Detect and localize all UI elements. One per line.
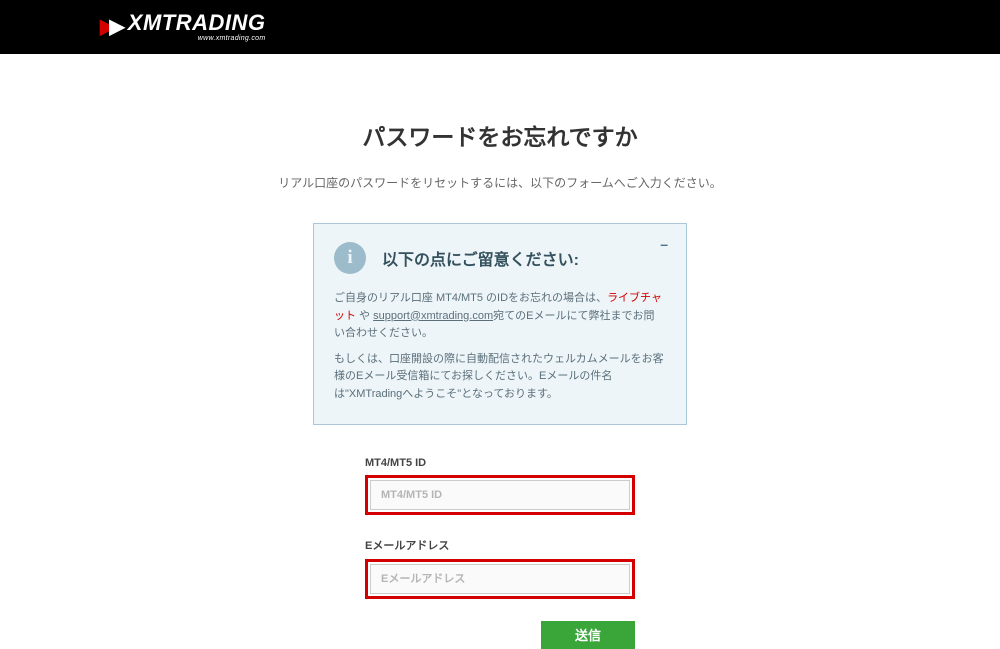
- logo[interactable]: ▶ ▶ XMTRADING www.xmtrading.com: [100, 12, 266, 42]
- logo-subtext: www.xmtrading.com: [128, 35, 266, 42]
- info-icon: i: [334, 242, 366, 274]
- info-text1-prefix: ご自身のリアル口座 MT4/MT5 のIDをお忘れの場合は、: [334, 292, 607, 304]
- email-input[interactable]: [370, 564, 630, 594]
- info-title: 以下の点にご留意ください:: [382, 246, 579, 270]
- email-label: Eメールアドレス: [365, 537, 635, 553]
- id-input-highlight: [365, 475, 635, 515]
- submit-button[interactable]: 送信: [541, 621, 635, 649]
- id-label: MT4/MT5 ID: [365, 457, 635, 469]
- logo-text: XMTRADING: [128, 12, 266, 34]
- id-input[interactable]: [370, 480, 630, 510]
- reset-form: MT4/MT5 ID Eメールアドレス 送信: [365, 457, 635, 649]
- collapse-icon[interactable]: –: [660, 236, 668, 252]
- support-email-link[interactable]: support@xmtrading.com: [373, 310, 493, 322]
- page-title: パスワードをお忘れですか: [362, 118, 637, 152]
- header: ▶ ▶ XMTRADING www.xmtrading.com: [0, 0, 1000, 54]
- info-body: ご自身のリアル口座 MT4/MT5 のIDをお忘れの場合は、ライブチャット や …: [334, 290, 664, 404]
- info-box: – i 以下の点にご留意ください: ご自身のリアル口座 MT4/MT5 のIDを…: [313, 223, 687, 425]
- logo-arrows-icon: ▶ ▶: [100, 17, 125, 37]
- info-text2: もしくは、口座開設の際に自動配信されたウェルカムメールをお客様のEメール受信箱に…: [334, 351, 664, 404]
- page-subtitle: リアル口座のパスワードをリセットするには、以下のフォームへご入力ください。: [278, 174, 722, 191]
- info-text1-mid: や: [356, 310, 373, 322]
- main-content: パスワードをお忘れですか リアル口座のパスワードをリセットするには、以下のフォー…: [0, 54, 1000, 649]
